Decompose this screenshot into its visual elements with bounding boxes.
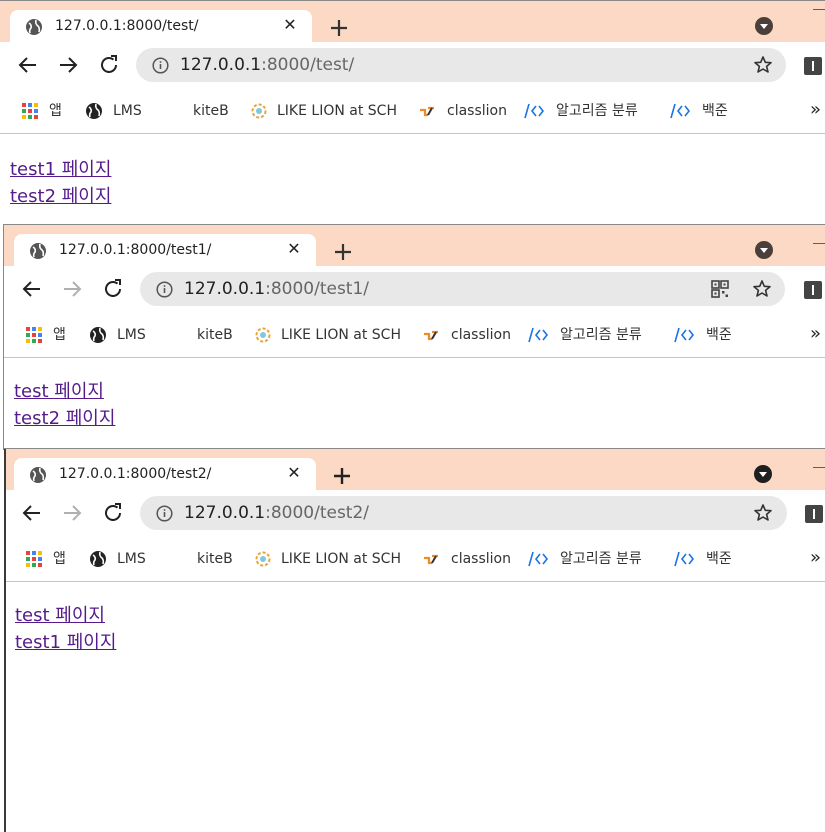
active-tab[interactable]: 127.0.0.1:8000/test2/ ✕ (14, 458, 316, 490)
minimize-button[interactable] (813, 243, 825, 244)
code-brackets-icon (674, 551, 695, 567)
tab-search-icon[interactable] (754, 16, 774, 36)
forward-arrow-icon[interactable] (60, 501, 84, 525)
apps-grid-icon (26, 327, 42, 343)
page-link[interactable]: test 페이지 (15, 601, 105, 627)
toolbar: 127.0.0.1:8000/test1/ (4, 266, 825, 312)
url-text: 127.0.0.1:8000/test/ (180, 55, 355, 75)
classlion-logo-icon (424, 554, 438, 565)
forward-arrow-icon[interactable] (56, 53, 80, 77)
address-bar[interactable]: 127.0.0.1:8000/test2/ (140, 496, 787, 530)
bookmarks-overflow-icon[interactable]: » (810, 99, 821, 120)
code-brackets-icon (674, 327, 695, 343)
browser-window-1: 127.0.0.1:8000/test/ ✕ 127.0.0.1:8000/te… (0, 0, 825, 226)
info-icon[interactable] (156, 281, 173, 298)
tab-strip: 127.0.0.1:8000/test2/ ✕ (6, 449, 825, 490)
toolbar: 127.0.0.1:8000/test/ (0, 42, 825, 88)
back-arrow-icon[interactable] (16, 53, 40, 77)
bookmarks-overflow-icon[interactable]: » (810, 323, 821, 344)
page-content: test 페이지 test2 페이지 (4, 365, 825, 450)
lion-logo-icon (255, 327, 271, 343)
reload-icon[interactable] (101, 277, 125, 301)
page-content: test 페이지 test1 페이지 (6, 589, 825, 832)
classlion-logo-icon (424, 330, 438, 341)
page-link[interactable]: test1 페이지 (15, 628, 116, 654)
browser-window-2: 127.0.0.1:8000/test1/ ✕ 127.0.0.1:8000/t… (3, 224, 825, 450)
globe-icon (90, 551, 106, 567)
address-bar[interactable]: 127.0.0.1:8000/test/ (136, 48, 786, 82)
bookmarks-overflow-icon[interactable]: » (810, 547, 821, 568)
bookmarks-bar: 앱 LMS kiteB LIKE LION at SCH classlion 알… (4, 312, 825, 358)
address-bar[interactable]: 127.0.0.1:8000/test1/ (140, 272, 785, 306)
lion-logo-icon (255, 551, 271, 567)
globe-icon (30, 243, 46, 259)
page-link[interactable]: test2 페이지 (14, 404, 115, 430)
page-link[interactable]: test1 페이지 (10, 155, 111, 181)
extension-icon[interactable] (804, 57, 822, 75)
star-bookmark-icon[interactable] (752, 279, 772, 299)
globe-icon (26, 19, 42, 35)
info-icon[interactable] (156, 505, 173, 522)
reload-icon[interactable] (101, 501, 125, 525)
bookmarks-bar: 앱 LMS kiteB LIKE LION at SCH classlion 알… (0, 88, 825, 134)
globe-icon (30, 467, 46, 483)
active-tab[interactable]: 127.0.0.1:8000/test1/ ✕ (14, 234, 316, 266)
code-brackets-icon (524, 103, 545, 119)
page-link[interactable]: test 페이지 (14, 377, 104, 403)
bookmarks-bar: 앱 LMS kiteB LIKE LION at SCH classlion 알… (6, 536, 825, 582)
tab-title: 127.0.0.1:8000/test2/ (59, 466, 212, 482)
close-tab-icon[interactable]: ✕ (280, 15, 300, 35)
reload-icon[interactable] (97, 53, 121, 77)
new-tab-icon[interactable] (326, 15, 352, 41)
tab-strip: 127.0.0.1:8000/test1/ ✕ (4, 225, 825, 266)
close-tab-icon[interactable]: ✕ (284, 463, 304, 483)
back-arrow-icon[interactable] (20, 277, 44, 301)
browser-window-3: 127.0.0.1:8000/test2/ ✕ 127.0.0.1:8000/t… (4, 448, 825, 832)
star-bookmark-icon[interactable] (753, 503, 773, 523)
globe-icon (90, 327, 106, 343)
classlion-logo-icon (420, 106, 434, 117)
lion-logo-icon (251, 103, 267, 119)
extension-icon[interactable] (805, 505, 823, 523)
tab-strip: 127.0.0.1:8000/test/ ✕ (0, 1, 825, 42)
minimize-button[interactable] (813, 467, 825, 468)
back-arrow-icon[interactable] (20, 501, 44, 525)
info-icon[interactable] (152, 57, 169, 74)
toolbar: 127.0.0.1:8000/test2/ (6, 490, 825, 536)
new-tab-icon[interactable] (330, 239, 356, 265)
code-brackets-icon (528, 327, 549, 343)
tab-search-icon[interactable] (753, 464, 773, 484)
tab-title: 127.0.0.1:8000/test1/ (59, 242, 212, 258)
new-tab-icon[interactable] (329, 463, 355, 489)
url-text: 127.0.0.1:8000/test1/ (184, 279, 370, 299)
tab-title: 127.0.0.1:8000/test/ (55, 18, 199, 34)
globe-icon (86, 103, 102, 119)
extension-icon[interactable] (804, 281, 822, 299)
url-text: 127.0.0.1:8000/test2/ (184, 503, 370, 523)
code-brackets-icon (670, 103, 691, 119)
star-bookmark-icon[interactable] (753, 55, 773, 75)
apps-grid-icon (22, 103, 38, 119)
page-link[interactable]: test2 페이지 (10, 182, 111, 208)
close-tab-icon[interactable]: ✕ (284, 239, 304, 259)
page-content: test1 페이지 test2 페이지 (0, 142, 825, 226)
minimize-button[interactable] (813, 9, 825, 10)
tab-search-icon[interactable] (754, 240, 774, 260)
qr-code-icon[interactable] (710, 279, 730, 299)
code-brackets-icon (528, 551, 549, 567)
forward-arrow-icon[interactable] (60, 277, 84, 301)
active-tab[interactable]: 127.0.0.1:8000/test/ ✕ (10, 10, 312, 42)
apps-grid-icon (26, 551, 42, 567)
